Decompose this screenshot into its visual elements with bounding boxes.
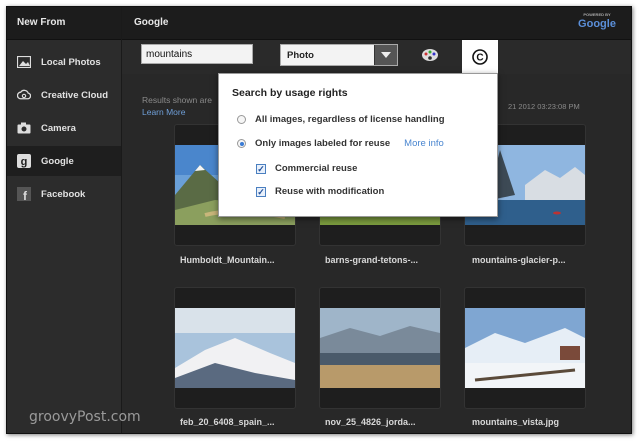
svg-text:g: g <box>21 156 28 168</box>
sidebar-item-google[interactable]: g Google <box>7 146 121 176</box>
option-labeled-reuse[interactable]: Only images labeled for reuse More info <box>237 138 444 149</box>
search-input[interactable] <box>141 44 253 64</box>
svg-text:C: C <box>476 53 483 64</box>
sidebar-item-label: Creative Cloud <box>41 89 109 101</box>
option-label: Only images labeled for reuse <box>255 138 391 149</box>
thumbnail-image <box>320 308 440 388</box>
option-label: All images, regardless of license handli… <box>255 114 445 125</box>
google-icon: g <box>17 154 31 168</box>
radio-button-selected[interactable] <box>237 139 246 148</box>
sidebar-item-label: Local Photos <box>41 56 101 68</box>
panel-title: Google POWERED BY Google <box>122 7 631 40</box>
timestamp: 21 2012 03:23:08 PM <box>508 102 580 111</box>
creative-cloud-icon <box>17 88 31 102</box>
usage-rights-button[interactable]: C <box>462 40 498 74</box>
facebook-icon: f <box>17 187 31 201</box>
badge-brand-text: Google <box>578 18 616 30</box>
popup-title: Search by usage rights <box>232 87 348 99</box>
sidebar-item-camera[interactable]: Camera <box>7 113 121 143</box>
sidebar-title: New From <box>7 7 121 40</box>
check-icon[interactable]: ✓ <box>256 163 266 174</box>
thumbnail-image <box>175 308 295 388</box>
photo-icon <box>17 55 31 69</box>
thumbnail-label: feb_20_6408_spain_... <box>180 417 275 427</box>
checkbox-label: Reuse with modification <box>275 186 385 197</box>
sidebar-item-facebook[interactable]: f Facebook <box>7 179 121 209</box>
image-type-select[interactable]: Photo <box>280 44 398 66</box>
usage-rights-popup: Search by usage rights All images, regar… <box>218 73 498 217</box>
checkbox-commercial-reuse[interactable]: ✓ Commercial reuse <box>256 163 357 174</box>
thumbnail-label: mountains_vista.jpg <box>472 417 560 427</box>
thumbnail-card[interactable] <box>464 287 586 409</box>
thumbnail-label: barns-grand-tetons-... <box>325 255 419 265</box>
checkbox-label: Commercial reuse <box>275 163 358 174</box>
powered-by-google-logo: POWERED BY Google <box>577 12 617 34</box>
radio-button[interactable] <box>237 115 246 124</box>
checkbox-reuse-modification[interactable]: ✓ Reuse with modification <box>256 186 384 197</box>
sidebar-item-label: Camera <box>41 122 76 134</box>
thumbnail-label: mountains-glacier-p... <box>472 255 566 265</box>
option-all-images[interactable]: All images, regardless of license handli… <box>237 114 445 125</box>
thumbnail-card[interactable] <box>319 287 441 409</box>
dropdown-button[interactable] <box>374 45 397 65</box>
image-type-value: Photo <box>287 50 314 61</box>
color-filter-button[interactable] <box>417 45 443 65</box>
thumbnail-label: Humboldt_Mountain... <box>180 255 275 265</box>
learn-more-link[interactable]: Learn More <box>142 107 185 117</box>
camera-icon <box>17 121 31 135</box>
watermark: groovyPost.com <box>29 409 141 425</box>
sidebar-item-local-photos[interactable]: Local Photos <box>7 47 121 77</box>
sidebar-item-label: Google <box>41 155 74 167</box>
thumbnail-card[interactable] <box>174 287 296 409</box>
chevron-down-icon <box>381 52 391 58</box>
palette-icon <box>422 49 438 61</box>
search-toolbar: Photo C <box>122 40 631 74</box>
app-window: New From Local Photos Creative Cloud Cam… <box>6 6 632 434</box>
sidebar-item-label: Facebook <box>41 188 86 200</box>
check-icon[interactable]: ✓ <box>256 186 266 197</box>
more-info-link[interactable]: More info <box>404 138 444 149</box>
sidebar: New From Local Photos Creative Cloud Cam… <box>7 7 122 433</box>
main-panel: Google POWERED BY Google Photo C Results… <box>122 7 631 433</box>
results-notice: Results shown are <box>142 95 212 105</box>
sidebar-item-creative-cloud[interactable]: Creative Cloud <box>7 80 121 110</box>
thumbnail-image <box>465 308 585 388</box>
thumbnail-label: nov_25_4826_jorda... <box>325 417 416 427</box>
panel-title-text: Google <box>134 17 169 28</box>
copyright-icon: C <box>472 49 488 65</box>
